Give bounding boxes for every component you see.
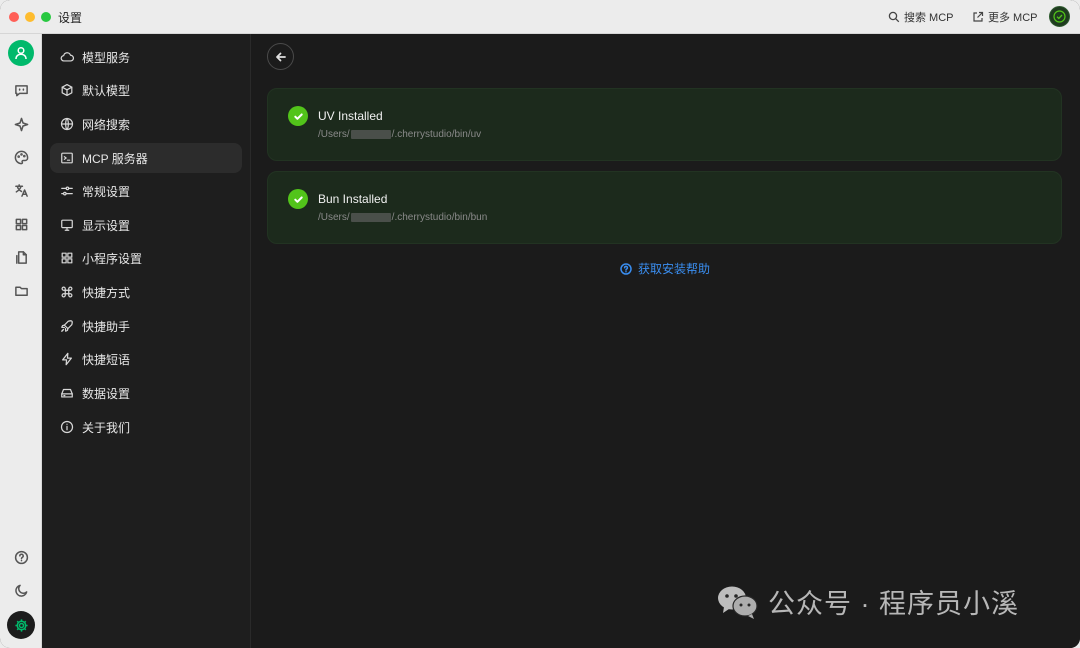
card-title: UV Installed [318, 109, 383, 123]
close-window-button[interactable] [9, 12, 19, 22]
check-circle-icon [1053, 10, 1066, 23]
sidebar-item-label: 小程序设置 [82, 251, 143, 266]
rail-agents-button[interactable] [11, 114, 31, 134]
apps-icon [15, 218, 27, 230]
translate-icon [14, 183, 28, 197]
path-suffix: /.cherrystudio/bin/bun [391, 212, 488, 223]
rail-files-button[interactable] [11, 247, 31, 267]
sidebar-item-label: 显示设置 [82, 218, 131, 233]
user-avatar-icon [15, 46, 27, 60]
bolt-icon [62, 352, 72, 366]
window-title: 设置 [58, 11, 83, 25]
globe-icon [60, 117, 74, 131]
search-mcp-button[interactable]: 搜索 MCP [888, 9, 954, 25]
sliders-icon [61, 186, 73, 196]
zoom-window-button[interactable] [41, 12, 51, 22]
info-icon [60, 420, 74, 434]
title-bar: 设置 搜索 MCP 更多 MCP [0, 0, 1080, 34]
folder-icon [14, 285, 28, 296]
path-prefix: /Users/ [318, 129, 350, 140]
arrow-left-icon [275, 52, 286, 61]
sidebar-item-shortcuts[interactable]: 快捷方式 [50, 277, 242, 307]
sidebar-item-display-settings[interactable]: 显示设置 [50, 210, 242, 240]
sidebar-item-quick-assistant[interactable]: 快捷助手 [50, 311, 242, 341]
rail-theme-button[interactable] [11, 580, 31, 600]
rail-translate-button[interactable] [11, 180, 31, 200]
sidebar-item-default-model[interactable]: 默认模型 [50, 75, 242, 105]
rail-help-button[interactable] [11, 547, 31, 567]
minimize-window-button[interactable] [25, 12, 35, 22]
moon-icon [14, 584, 27, 597]
chat-icon [14, 84, 28, 96]
watermark-text: 公众号 · 程序员小溪 [768, 589, 1019, 619]
check-circle-icon [288, 189, 308, 209]
watermark: 公众号 · 程序员小溪 [716, 582, 1019, 621]
redacted-username [350, 130, 391, 139]
sidebar-item-label: 网络搜索 [82, 117, 131, 132]
install-path: /Users/ /.cherrystudio/bin/uv [318, 129, 481, 140]
rocket-icon [61, 320, 73, 332]
sidebar-item-label: 数据设置 [82, 386, 131, 401]
search-icon [888, 11, 900, 23]
sidebar-item-general-settings[interactable]: 常规设置 [50, 176, 242, 206]
sidebar-item-label: 快捷短语 [82, 352, 131, 367]
back-button[interactable] [267, 43, 294, 70]
terminal-icon [61, 152, 73, 164]
sidebar-item-label: 关于我们 [82, 420, 131, 435]
rail-apps-button[interactable] [11, 214, 31, 234]
rail-folder-button[interactable] [11, 280, 31, 300]
rail-paint-button[interactable] [11, 147, 31, 167]
card-title: Bun Installed [318, 192, 388, 206]
sparkle-icon [14, 117, 28, 131]
cloud-icon [60, 52, 74, 62]
avatar[interactable] [8, 40, 34, 66]
mcp-status-button[interactable] [1049, 6, 1070, 27]
rail-chat-button[interactable] [11, 80, 31, 100]
icon-rail [0, 34, 42, 648]
more-mcp-button[interactable]: 更多 MCP [972, 9, 1038, 25]
rail-settings-button[interactable] [7, 611, 35, 639]
bun-status-card: Bun Installed /Users/ /.cherrystudio/bin… [267, 171, 1062, 244]
sidebar-item-label: 常规设置 [82, 184, 131, 199]
sidebar-item-label: 快捷方式 [82, 285, 131, 300]
install-path: /Users/ /.cherrystudio/bin/bun [318, 212, 487, 223]
command-icon [61, 286, 73, 298]
help-circle-icon [620, 262, 632, 275]
help-link-label: 获取安装帮助 [638, 262, 711, 276]
sidebar-item-label: MCP 服务器 [82, 151, 148, 166]
check-circle-icon [288, 106, 308, 126]
monitor-icon [61, 219, 73, 231]
more-mcp-label: 更多 MCP [988, 12, 1038, 24]
install-help-link[interactable]: 获取安装帮助 [620, 260, 710, 277]
main-content: UV Installed /Users/ /.cherrystudio/bin/… [251, 34, 1080, 648]
search-mcp-label: 搜索 MCP [904, 12, 954, 24]
sidebar-item-quick-phrases[interactable]: 快捷短语 [50, 344, 242, 374]
sidebar-item-miniapp-settings[interactable]: 小程序设置 [50, 243, 242, 273]
app-window: 设置 搜索 MCP 更多 MCP 模型服务 默认模型 网络搜索 MCP 服务器 … [0, 0, 1080, 648]
sidebar-item-mcp-servers[interactable]: MCP 服务器 [50, 143, 242, 173]
sidebar-item-data-settings[interactable]: 数据设置 [50, 378, 242, 408]
file-icon [15, 250, 27, 264]
help-icon [14, 550, 28, 564]
grid-icon [61, 252, 73, 264]
external-link-icon [973, 11, 984, 22]
sidebar-item-model-service[interactable]: 模型服务 [50, 42, 242, 72]
sidebar-item-about-us[interactable]: 关于我们 [50, 412, 242, 442]
redacted-username [350, 213, 391, 222]
palette-icon [14, 150, 28, 164]
sidebar-item-label: 快捷助手 [82, 319, 131, 334]
wechat-logo-icon [718, 586, 758, 619]
sidebar-item-label: 模型服务 [82, 50, 131, 65]
uv-status-card: UV Installed /Users/ /.cherrystudio/bin/… [267, 88, 1062, 161]
path-suffix: /.cherrystudio/bin/uv [391, 129, 482, 140]
drive-icon [61, 388, 73, 398]
settings-icon [14, 618, 28, 632]
path-prefix: /Users/ [318, 212, 350, 223]
settings-sidebar: 模型服务 默认模型 网络搜索 MCP 服务器 常规设置 显示设置 小程序设置 快… [42, 34, 251, 648]
cube-icon [61, 83, 73, 97]
sidebar-item-web-search[interactable]: 网络搜索 [50, 109, 242, 139]
sidebar-item-label: 默认模型 [82, 83, 131, 98]
